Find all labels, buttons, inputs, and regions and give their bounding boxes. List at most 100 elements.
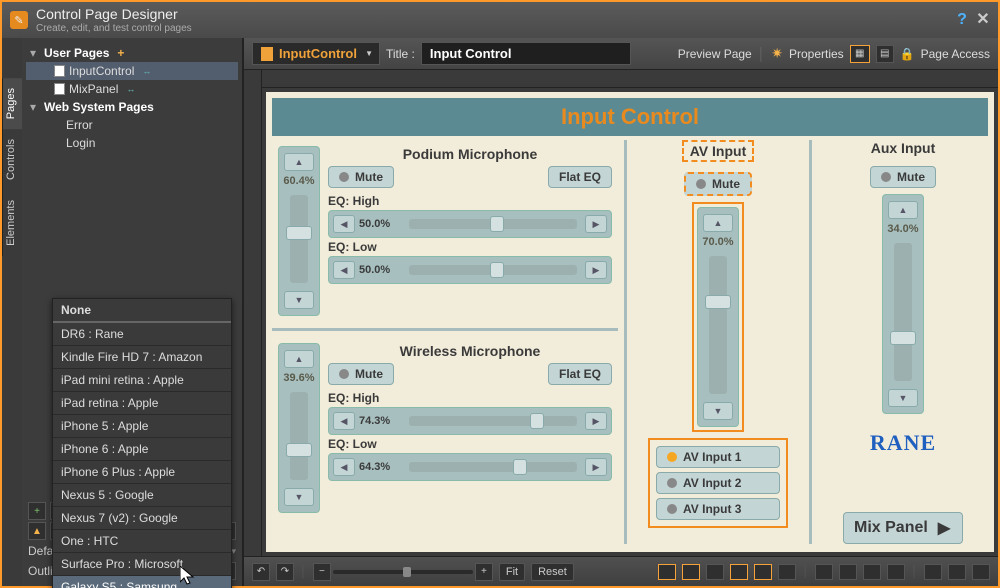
flat-eq-button[interactable]: Flat EQ bbox=[548, 166, 612, 188]
align-tool[interactable] bbox=[754, 564, 772, 580]
down-button[interactable]: ▼ bbox=[284, 488, 314, 506]
zoom-slider[interactable]: − + bbox=[313, 563, 493, 581]
zoom-fit-button[interactable]: Fit bbox=[499, 563, 525, 581]
wireless-section: ▲ 39.6% ▼ Wireless Microphone bbox=[272, 337, 618, 519]
down-button[interactable]: ▼ bbox=[888, 389, 918, 407]
up-button[interactable]: ▲ bbox=[284, 350, 314, 368]
flat-eq-button[interactable]: Flat EQ bbox=[548, 363, 612, 385]
size-tool[interactable] bbox=[948, 564, 966, 580]
tree-item-mixpanel[interactable]: MixPanel ↔ bbox=[26, 80, 238, 98]
device-option[interactable]: iPad mini retina : Apple bbox=[53, 369, 231, 392]
align-tool[interactable] bbox=[778, 564, 796, 580]
mute-button[interactable]: Mute bbox=[328, 363, 394, 385]
distribute-tool[interactable] bbox=[863, 564, 881, 580]
redo-button[interactable]: ↷ bbox=[276, 563, 294, 581]
page-icon bbox=[54, 83, 65, 95]
device-dropdown[interactable]: None DR6 : Rane Kindle Fire HD 7 : Amazo… bbox=[52, 298, 232, 588]
main-area: InputControl Title : Preview Page │ ✷ Pr… bbox=[244, 38, 998, 586]
tree-user-pages[interactable]: ▾ User Pages + bbox=[26, 44, 238, 62]
eq-high-slider[interactable]: ◀74.3%▶ bbox=[328, 407, 612, 435]
title-label: Title : bbox=[386, 47, 415, 61]
align-tool[interactable] bbox=[682, 564, 700, 580]
mix-panel-button[interactable]: Mix Panel▶ bbox=[843, 512, 963, 544]
eq-low-slider[interactable]: ◀64.3%▶ bbox=[328, 453, 612, 481]
page-access-link[interactable]: Page Access bbox=[921, 47, 990, 61]
device-option[interactable]: iPhone 6 Plus : Apple bbox=[53, 461, 231, 484]
add-page-icon[interactable]: + bbox=[117, 46, 124, 60]
chevron-down-icon: ▾ bbox=[30, 46, 40, 60]
tree-web-system[interactable]: ▾ Web System Pages bbox=[26, 98, 238, 116]
device-option[interactable]: iPad retina : Apple bbox=[53, 392, 231, 415]
design-canvas[interactable]: Input Control ▲ 60.4% bbox=[266, 92, 994, 552]
properties-link[interactable]: Properties bbox=[789, 47, 844, 61]
av-source-3[interactable]: AV Input 3 bbox=[656, 498, 780, 520]
down-button[interactable]: ▼ bbox=[284, 291, 314, 309]
device-option[interactable]: iPhone 5 : Apple bbox=[53, 415, 231, 438]
preview-page-link[interactable]: Preview Page bbox=[678, 47, 752, 61]
app-subtitle: Create, edit, and test control pages bbox=[36, 23, 192, 34]
tree-item-login[interactable]: Login bbox=[26, 134, 238, 152]
qr-icon[interactable]: ▦ bbox=[850, 45, 870, 63]
device-option[interactable]: Nexus 7 (v2) : Google bbox=[53, 507, 231, 530]
bottom-toolbar: ↶ ↷ │ − + Fit Reset │ bbox=[244, 556, 998, 586]
device-option[interactable]: iPhone 6 : Apple bbox=[53, 438, 231, 461]
app-title: Control Page Designer bbox=[36, 6, 192, 22]
size-tool[interactable] bbox=[972, 564, 990, 580]
size-tool[interactable] bbox=[924, 564, 942, 580]
wireless-level-fader[interactable]: ▲ 39.6% ▼ bbox=[278, 343, 320, 513]
app-icon: ✎ bbox=[10, 11, 28, 29]
distribute-tool[interactable] bbox=[839, 564, 857, 580]
align-tool[interactable] bbox=[658, 564, 676, 580]
grid-icon[interactable]: ▤ bbox=[876, 45, 894, 63]
device-option[interactable]: Kindle Fire HD 7 : Amazon bbox=[53, 346, 231, 369]
ruler-horizontal bbox=[262, 70, 998, 88]
device-option[interactable]: None bbox=[53, 299, 231, 323]
page-title-input[interactable] bbox=[421, 42, 631, 65]
device-option[interactable]: One : HTC bbox=[53, 530, 231, 553]
tab-elements[interactable]: Elements bbox=[2, 190, 22, 256]
distribute-tool[interactable] bbox=[887, 564, 905, 580]
align-tool[interactable] bbox=[730, 564, 748, 580]
av-source-2[interactable]: AV Input 2 bbox=[656, 472, 780, 494]
mute-button[interactable]: Mute bbox=[328, 166, 394, 188]
eq-high-slider[interactable]: ◀50.0%▶ bbox=[328, 210, 612, 238]
page-heading: Input Control bbox=[272, 98, 988, 136]
align-tool[interactable] bbox=[706, 564, 724, 580]
device-option[interactable]: DR6 : Rane bbox=[53, 323, 231, 346]
up-button[interactable]: ▲ bbox=[284, 153, 314, 171]
up-button[interactable]: ▲ bbox=[888, 201, 918, 219]
device-option[interactable]: Surface Pro : Microsoft bbox=[53, 553, 231, 576]
podium-level-fader[interactable]: ▲ 60.4% ▼ bbox=[278, 146, 320, 316]
tab-controls[interactable]: Controls bbox=[2, 129, 22, 190]
help-icon[interactable]: ? bbox=[954, 12, 970, 28]
gear-icon: ✷ bbox=[771, 45, 783, 62]
down-button[interactable]: ▼ bbox=[703, 402, 733, 420]
mute-button[interactable]: Mute bbox=[870, 166, 936, 188]
section-title: AV Input bbox=[682, 140, 755, 162]
section-title: Podium Microphone bbox=[328, 146, 612, 162]
move-up-button[interactable]: ▲ bbox=[28, 522, 46, 540]
tab-pages[interactable]: Pages bbox=[2, 78, 22, 129]
tree-item-inputcontrol[interactable]: InputControl ↔ bbox=[26, 62, 238, 80]
distribute-tool[interactable] bbox=[815, 564, 833, 580]
device-option[interactable]: Nexus 5 : Google bbox=[53, 484, 231, 507]
page-selector[interactable]: InputControl bbox=[252, 42, 380, 65]
page-icon bbox=[54, 65, 65, 77]
av-source-1[interactable]: AV Input 1 bbox=[656, 446, 780, 468]
mute-button[interactable]: Mute bbox=[684, 172, 752, 196]
page-icon bbox=[261, 47, 273, 61]
zoom-reset-button[interactable]: Reset bbox=[531, 563, 574, 581]
device-option[interactable]: Galaxy S5 : Samsung bbox=[53, 576, 231, 588]
aux-level-fader[interactable]: ▲ 34.0% ▼ bbox=[882, 194, 924, 414]
left-panel: ▾ User Pages + InputControl ↔ MixPanel ↔… bbox=[22, 38, 244, 586]
undo-button[interactable]: ↶ bbox=[252, 563, 270, 581]
eq-low-slider[interactable]: ◀50.0%▶ bbox=[328, 256, 612, 284]
close-icon[interactable]: ✕ bbox=[976, 12, 990, 26]
tree-item-error[interactable]: Error bbox=[26, 116, 238, 134]
add-button[interactable]: + bbox=[28, 502, 46, 520]
av-input-section: AV Input Mute ▲ 70.0% ▼ bbox=[633, 140, 803, 544]
side-tabs: Pages Controls Elements bbox=[2, 38, 22, 586]
size-icon: ↔ bbox=[142, 66, 151, 76]
av-level-fader[interactable]: ▲ 70.0% ▼ bbox=[697, 207, 739, 427]
up-button[interactable]: ▲ bbox=[703, 214, 733, 232]
